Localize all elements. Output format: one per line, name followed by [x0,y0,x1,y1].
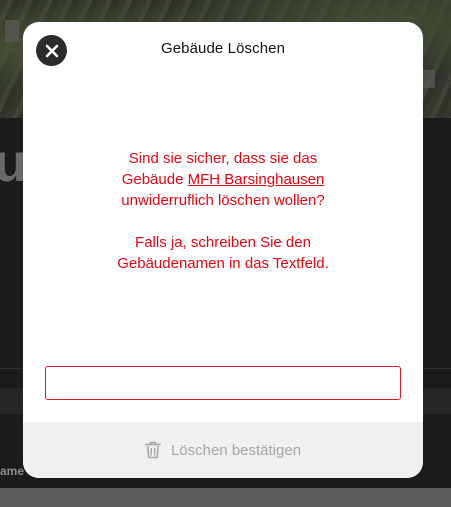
building-name-link[interactable]: MFH Barsinghausen [188,171,325,188]
background-row-label: ame [0,464,25,478]
warning-line-2: Gebäude MFH Barsinghausen [63,169,383,190]
dialog-title: Gebäude Löschen [160,40,286,57]
warning-line-1: Sind sie sicher, dass sie das [128,150,318,167]
warning-message: Sind sie sicher, dass sie das Gebäude MF… [63,148,383,274]
instruction-line-2: Gebäudenamen in das Textfeld. [117,255,329,272]
instruction-line-1: Falls ja, schreiben Sie den [135,234,311,251]
confirm-delete-button[interactable]: Löschen bestätigen [23,422,423,478]
delete-building-dialog: Gebäude Löschen Sind sie sicher, dass si… [23,22,423,478]
warning-line-2-prefix: Gebäude [121,171,188,188]
dialog-footer: Löschen bestätigen [23,422,423,478]
trash-icon [145,441,161,459]
background-footer-bar [0,488,451,507]
warning-line-3: unwiderruflich löschen wollen? [121,192,325,209]
building-name-input[interactable] [45,366,401,400]
confirm-delete-label: Löschen bestätigen [170,441,302,459]
